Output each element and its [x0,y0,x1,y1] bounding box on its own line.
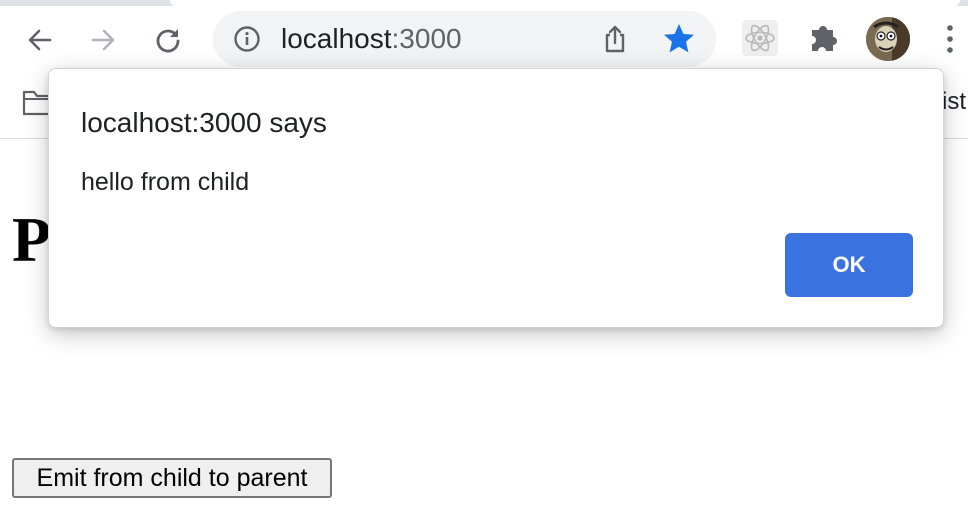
tab-strip [0,0,968,6]
info-icon[interactable] [233,25,261,53]
reload-icon [156,29,180,53]
react-icon [745,24,775,52]
reload-button[interactable] [148,20,188,60]
arrow-left-icon [28,29,52,51]
dialog-title: localhost:3000 says [81,107,327,138]
active-tab[interactable] [170,0,960,6]
browser-window: localhost:3000 ist Emit from child to pa… [0,0,968,518]
alert-dialog: localhost:3000 says hello from child OK [48,68,944,328]
ok-button[interactable]: OK [785,233,913,297]
profile-avatar[interactable] [866,17,910,61]
emit-button[interactable]: Emit from child to parent [12,458,332,498]
address-text[interactable]: localhost:3000 [281,23,462,55]
dialog-message: hello from child [81,168,250,196]
share-icon[interactable] [599,23,631,55]
browser-toolbar: localhost:3000 [0,0,968,78]
forward-button[interactable] [83,20,123,60]
arrow-right-icon [91,29,115,51]
address-port: :3000 [391,23,462,54]
react-devtools-extension[interactable] [742,20,778,56]
address-bar[interactable]: localhost:3000 [213,11,716,67]
avatar-image [866,17,910,61]
bookmark-item[interactable]: ist [942,88,968,116]
three-dots-icon[interactable] [938,22,962,56]
star-icon[interactable] [661,21,697,57]
back-button[interactable] [20,20,60,60]
address-host: localhost [281,23,392,54]
puzzle-icon[interactable] [806,20,842,56]
